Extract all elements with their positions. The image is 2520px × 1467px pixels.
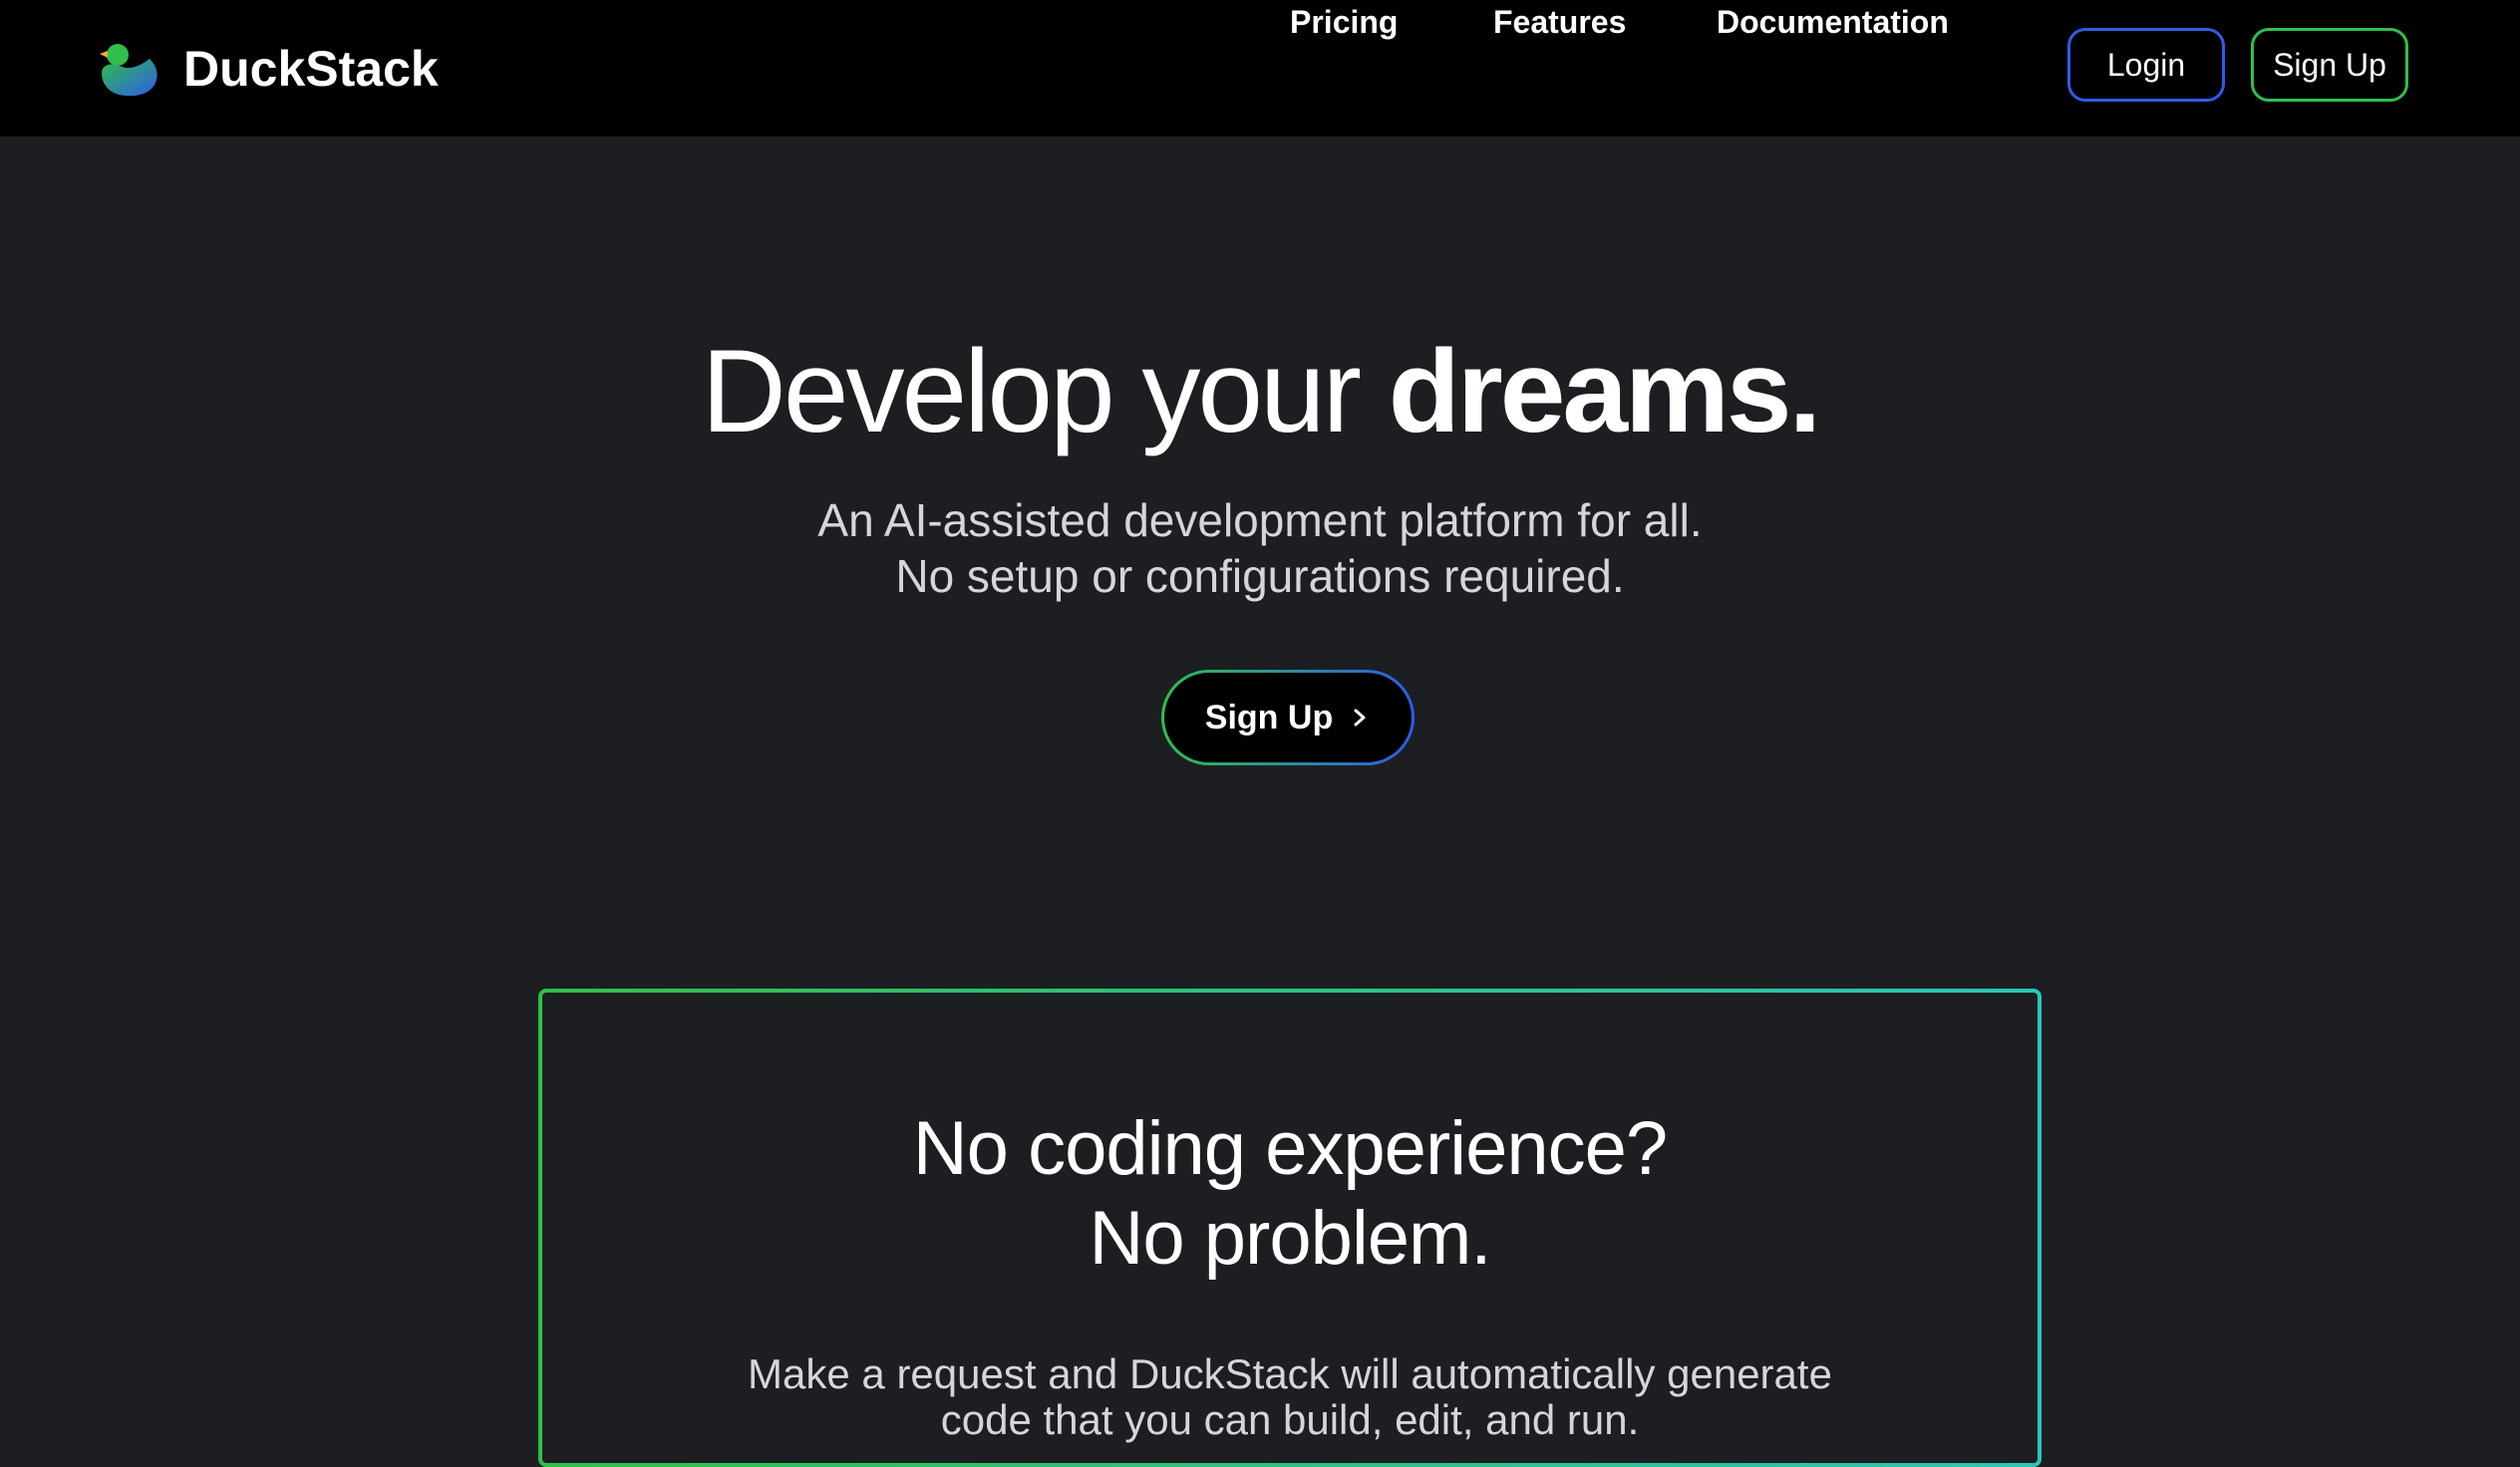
feature-card-body-line1: Make a request and DuckStack will automa… bbox=[748, 1350, 1832, 1397]
feature-card-title-line1: No coding experience? bbox=[912, 1106, 1668, 1191]
hero-subtitle: An AI-assisted development platform for … bbox=[0, 492, 2520, 604]
feature-card-title: No coding experience? No problem. bbox=[542, 1104, 2038, 1284]
nav-link-features[interactable]: Features bbox=[1493, 0, 1626, 44]
chevron-right-icon bbox=[1354, 709, 1366, 727]
feature-card-title-line2: No problem. bbox=[1089, 1196, 1492, 1281]
nav-link-pricing[interactable]: Pricing bbox=[1290, 0, 1398, 44]
login-button[interactable]: Login bbox=[2067, 28, 2225, 102]
hero-title-bold: dreams. bbox=[1388, 326, 1822, 457]
hero-title: Develop your dreams. bbox=[0, 317, 2520, 466]
feature-card-body: Make a request and DuckStack will automa… bbox=[542, 1351, 2038, 1443]
hero-subtitle-line1: An AI-assisted development platform for … bbox=[817, 494, 1703, 546]
hero-subtitle-line2: No setup or configurations required. bbox=[895, 550, 1625, 602]
brand-name: DuckStack bbox=[183, 41, 439, 97]
feature-card: No coding experience? No problem. Make a… bbox=[538, 989, 2042, 1467]
signup-button-hero[interactable]: Sign Up bbox=[1161, 670, 1415, 765]
feature-card-body-line2: code that you can build, edit, and run. bbox=[940, 1396, 1640, 1443]
signup-button-hero-label: Sign Up bbox=[1204, 698, 1334, 736]
brand-link[interactable]: DuckStack bbox=[98, 34, 439, 104]
hero-title-light: Develop your bbox=[701, 326, 1362, 457]
duck-logo-icon bbox=[100, 44, 158, 97]
nav-link-documentation[interactable]: Documentation bbox=[1717, 0, 1949, 44]
top-navbar: DuckStack Pricing Features Documentation… bbox=[0, 0, 2520, 137]
signup-button-header[interactable]: Sign Up bbox=[2251, 28, 2408, 102]
